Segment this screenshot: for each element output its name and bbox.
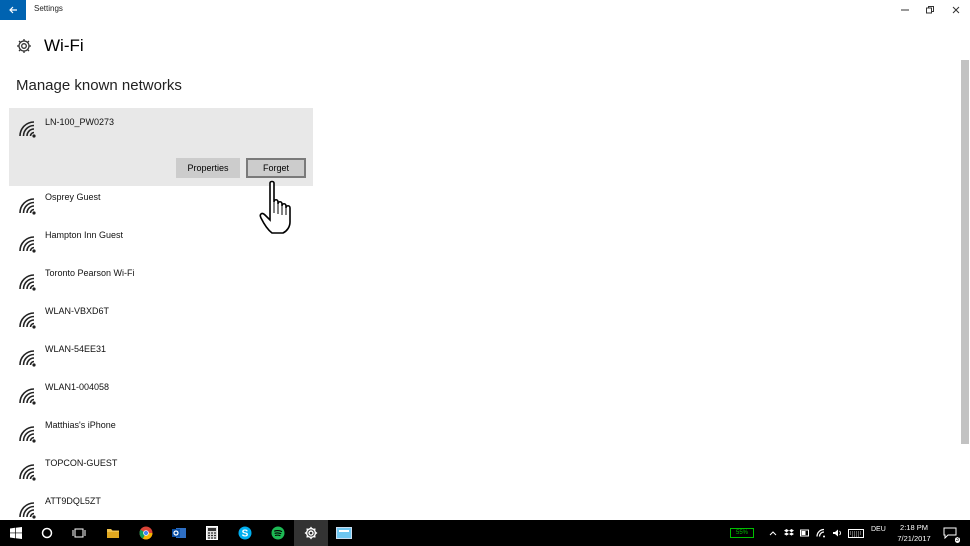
- power-tray-button[interactable]: [798, 523, 812, 543]
- wifi-icon: [19, 236, 36, 253]
- cortana-button[interactable]: [37, 523, 57, 543]
- title-bar: Settings: [0, 0, 970, 20]
- calculator-button[interactable]: [202, 523, 222, 543]
- scrollbar[interactable]: [961, 60, 969, 444]
- dropbox-tray-button[interactable]: [782, 523, 796, 543]
- page-title: Wi-Fi: [44, 36, 84, 55]
- dropbox-icon: [784, 529, 794, 536]
- back-button[interactable]: [0, 0, 26, 20]
- network-item[interactable]: Matthias's iPhone: [9, 414, 313, 452]
- minimize-button[interactable]: [893, 2, 917, 18]
- back-arrow-icon: [9, 6, 17, 14]
- task-view-icon: [72, 528, 86, 538]
- wifi-icon: [19, 388, 36, 405]
- network-name: Matthias's iPhone: [45, 420, 116, 430]
- network-name: ATT9DQL5ZT: [45, 496, 101, 506]
- settings-taskbar-button[interactable]: [301, 523, 321, 543]
- network-item[interactable]: TOPCON-GUEST: [9, 452, 313, 490]
- network-name: Toronto Pearson Wi-Fi: [45, 268, 135, 278]
- skype-icon: S: [238, 526, 252, 540]
- gear-icon: [17, 39, 31, 53]
- minimize-icon: [901, 9, 909, 11]
- network-item[interactable]: WLAN1-004058: [9, 376, 313, 414]
- taskbar: S 55% DEU 2:18 PM 7/21/2017 3: [0, 520, 970, 546]
- hand-cursor-icon: [259, 180, 291, 234]
- wifi-icon: [19, 350, 36, 367]
- network-name: WLAN-VBXD6T: [45, 306, 110, 316]
- network-item[interactable]: WLAN-VBXD6T: [9, 300, 313, 338]
- task-view-button[interactable]: [69, 523, 89, 543]
- wifi-icon: [19, 502, 36, 519]
- section-title: Manage known networks: [16, 77, 182, 94]
- outlook-button[interactable]: [169, 523, 189, 543]
- wifi-icon: [19, 274, 36, 291]
- gear-icon: [304, 526, 318, 540]
- battery-percent: 55%: [735, 530, 748, 536]
- restore-icon: [926, 6, 934, 14]
- close-button[interactable]: [944, 2, 968, 18]
- outlook-icon: [172, 528, 186, 538]
- network-name: Hampton Inn Guest: [45, 230, 124, 240]
- wifi-icon: [19, 464, 36, 481]
- action-center-button[interactable]: 3: [940, 523, 960, 543]
- windows-logo-icon: [10, 527, 22, 539]
- file-explorer-button[interactable]: [103, 523, 123, 543]
- wifi-icon: [19, 426, 36, 443]
- notification-count: 3: [954, 537, 960, 543]
- keyboard-icon: [848, 528, 864, 538]
- close-icon: [952, 6, 960, 14]
- network-item[interactable]: Toronto Pearson Wi-Fi: [9, 262, 313, 300]
- speaker-icon: [833, 529, 841, 537]
- network-name: WLAN1-004058: [45, 382, 110, 392]
- volume-tray-button[interactable]: [830, 523, 844, 543]
- window-title: Settings: [34, 4, 63, 13]
- cortana-circle-icon: [41, 527, 53, 539]
- spotify-icon: [271, 526, 285, 540]
- battery-indicator[interactable]: 55%: [728, 523, 756, 543]
- monitor-icon: [336, 527, 352, 539]
- network-item-selected[interactable]: LN-100_PW0273 Properties Forget: [9, 108, 313, 186]
- wifi-tray-button[interactable]: [814, 523, 828, 543]
- folder-icon: [107, 529, 119, 538]
- wifi-tray-icon: [816, 528, 825, 538]
- spotify-button[interactable]: [268, 523, 288, 543]
- clock[interactable]: 2:18 PM 7/21/2017: [893, 522, 935, 544]
- battery-plug-icon: [800, 529, 809, 537]
- network-item[interactable]: WLAN-54EE31: [9, 338, 313, 376]
- network-name: WLAN-54EE31: [45, 344, 107, 354]
- known-networks-list: LN-100_PW0273 Properties Forget Osprey G…: [9, 108, 313, 528]
- chrome-button[interactable]: [136, 523, 156, 543]
- calculator-icon: [206, 526, 218, 540]
- touch-keyboard-button[interactable]: [846, 523, 866, 543]
- chevron-up-icon: [769, 531, 777, 536]
- wifi-icon: [19, 121, 36, 138]
- svg-text:S: S: [242, 529, 249, 540]
- page-header: Wi-Fi: [16, 34, 84, 58]
- properties-button[interactable]: Properties: [176, 158, 240, 178]
- network-name: TOPCON-GUEST: [45, 458, 118, 468]
- language-indicator[interactable]: DEU: [871, 526, 886, 533]
- skype-button[interactable]: S: [235, 523, 255, 543]
- chrome-icon: [139, 526, 153, 540]
- clock-time: 2:18 PM: [900, 523, 928, 532]
- wifi-icon: [19, 312, 36, 329]
- battery-icon: 55%: [730, 528, 754, 538]
- forget-button[interactable]: Forget: [246, 158, 306, 178]
- network-app-button[interactable]: [334, 523, 354, 543]
- network-name: Osprey Guest: [45, 192, 101, 202]
- show-hidden-icons-button[interactable]: [766, 523, 780, 543]
- wifi-icon: [19, 198, 36, 215]
- restore-button[interactable]: [918, 2, 942, 18]
- start-button[interactable]: [6, 523, 26, 543]
- network-name: LN-100_PW0273: [45, 117, 115, 127]
- clock-date: 7/21/2017: [897, 534, 931, 543]
